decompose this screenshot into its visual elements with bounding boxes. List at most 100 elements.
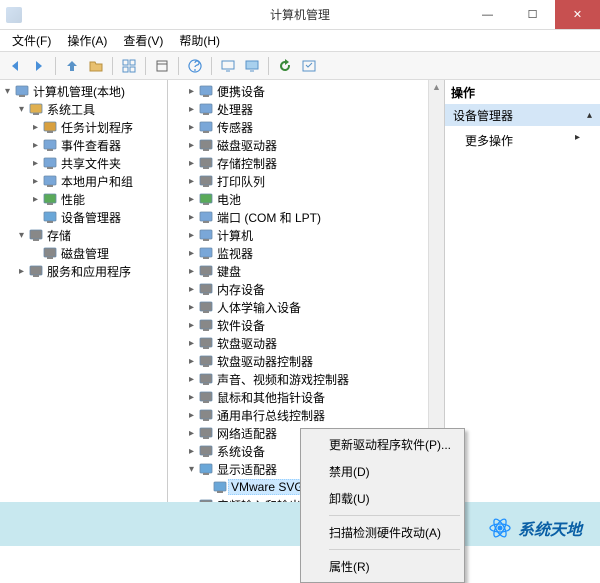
- portable-icon: [198, 83, 214, 99]
- device-category[interactable]: ▸监视器: [186, 244, 444, 262]
- window-controls: — ☐ ✕: [465, 0, 600, 29]
- forward-button[interactable]: [28, 55, 50, 77]
- tree-item[interactable]: ▸性能: [30, 190, 167, 208]
- tree-item-label: 事件查看器: [61, 137, 121, 154]
- tree-root[interactable]: ▾计算机管理(本地): [2, 82, 167, 100]
- tree-item-label: 任务计划程序: [61, 119, 133, 136]
- device-category-label: 鼠标和其他指针设备: [217, 389, 325, 406]
- device-category-label: 监视器: [217, 245, 253, 262]
- grid-button[interactable]: [118, 55, 140, 77]
- tree-item[interactable]: ·磁盘管理: [30, 244, 167, 262]
- actions-more-label: 更多操作: [465, 134, 513, 148]
- tree-group[interactable]: ▸服务和应用程序: [16, 262, 167, 280]
- actions-pane-header: 操作: [445, 80, 600, 104]
- close-button[interactable]: ✕: [555, 0, 600, 29]
- device-category[interactable]: ▸磁盘驱动器: [186, 136, 444, 154]
- storagectl-icon: [198, 155, 214, 171]
- back-button[interactable]: [4, 55, 26, 77]
- usb-icon: [198, 407, 214, 423]
- view-monitor-button[interactable]: [217, 55, 239, 77]
- keyboard-icon: [198, 263, 214, 279]
- properties-button[interactable]: [151, 55, 173, 77]
- device-category[interactable]: ▸通用串行总线控制器: [186, 406, 444, 424]
- app-icon: [6, 7, 22, 23]
- tree-item-label: 磁盘管理: [61, 245, 109, 262]
- services-icon: [28, 263, 44, 279]
- menu-action[interactable]: 操作(A): [59, 30, 115, 51]
- context-menu: 更新驱动程序软件(P)...禁用(D)卸载(U) 扫描检测硬件改动(A) 属性(R): [300, 428, 465, 583]
- device-category[interactable]: ▸内存设备: [186, 280, 444, 298]
- watermark-text: 系统天地: [518, 516, 582, 540]
- tree-item[interactable]: ▸共享文件夹: [30, 154, 167, 172]
- toolbar-separator: [178, 57, 179, 75]
- view-devices-button[interactable]: [241, 55, 263, 77]
- device-category[interactable]: ▸软盘驱动器: [186, 334, 444, 352]
- device-category-label: 磁盘驱动器: [217, 137, 277, 154]
- printq-icon: [198, 173, 214, 189]
- perf-icon: [42, 191, 58, 207]
- actions-pane-context[interactable]: 设备管理器: [445, 104, 600, 126]
- tree-item[interactable]: ·设备管理器: [30, 208, 167, 226]
- toolbar-separator: [112, 57, 113, 75]
- display-icon: [212, 479, 228, 495]
- menu-view[interactable]: 查看(V): [115, 30, 171, 51]
- device-category-label: 系统设备: [217, 443, 265, 460]
- tree-item-label: 共享文件夹: [61, 155, 121, 172]
- device-category[interactable]: ▸存储控制器: [186, 154, 444, 172]
- menubar: 文件(F) 操作(A) 查看(V) 帮助(H): [0, 30, 600, 52]
- help-button[interactable]: [184, 55, 206, 77]
- show-hide-tree-button[interactable]: [85, 55, 107, 77]
- tree-item[interactable]: ▸本地用户和组: [30, 172, 167, 190]
- device-category-label: 处理器: [217, 101, 253, 118]
- computer-icon: [14, 83, 30, 99]
- context-menu-item[interactable]: 扫描检测硬件改动(A): [303, 519, 462, 546]
- display-icon: [198, 461, 214, 477]
- minimize-button[interactable]: —: [465, 0, 510, 29]
- device-category[interactable]: ▸软盘驱动器控制器: [186, 352, 444, 370]
- context-menu-item[interactable]: 禁用(D): [303, 458, 462, 485]
- tree-root-label: 计算机管理(本地): [33, 83, 125, 100]
- menu-help[interactable]: 帮助(H): [171, 30, 228, 51]
- device-category[interactable]: ▸便携设备: [186, 82, 444, 100]
- device-category[interactable]: ▸软件设备: [186, 316, 444, 334]
- device-category[interactable]: ▸打印队列: [186, 172, 444, 190]
- context-menu-item[interactable]: 属性(R): [303, 553, 462, 580]
- port-icon: [198, 209, 214, 225]
- device-category-label: 显示适配器: [217, 461, 277, 478]
- context-menu-item[interactable]: 更新驱动程序软件(P)...: [303, 431, 462, 458]
- tree-group-label: 系统工具: [47, 101, 95, 118]
- device-category[interactable]: ▸键盘: [186, 262, 444, 280]
- device-category[interactable]: ▸人体学输入设备: [186, 298, 444, 316]
- tree-item[interactable]: ▸事件查看器: [30, 136, 167, 154]
- tree-item-label: 本地用户和组: [61, 173, 133, 190]
- tree-group[interactable]: ▾存储: [16, 226, 167, 244]
- event-icon: [42, 137, 58, 153]
- device-category[interactable]: ▸鼠标和其他指针设备: [186, 388, 444, 406]
- titlebar: 计算机管理 — ☐ ✕: [0, 0, 600, 30]
- menu-file[interactable]: 文件(F): [4, 30, 59, 51]
- device-category-label: 通用串行总线控制器: [217, 407, 325, 424]
- refresh-button[interactable]: [274, 55, 296, 77]
- actions-more[interactable]: 更多操作: [445, 126, 600, 155]
- mouse-icon: [198, 389, 214, 405]
- device-category[interactable]: ▸电池: [186, 190, 444, 208]
- users-icon: [42, 173, 58, 189]
- watermark: 系统天地: [488, 516, 582, 540]
- tree-item[interactable]: ▸任务计划程序: [30, 118, 167, 136]
- up-button[interactable]: [61, 55, 83, 77]
- battery-icon: [198, 191, 214, 207]
- device-category-label: 键盘: [217, 263, 241, 280]
- scan-hardware-button[interactable]: [298, 55, 320, 77]
- tree-group[interactable]: ▾系统工具: [16, 100, 167, 118]
- device-category[interactable]: ▸传感器: [186, 118, 444, 136]
- device-category[interactable]: ▸处理器: [186, 100, 444, 118]
- left-tree-pane: ▾计算机管理(本地)▾系统工具▸任务计划程序▸事件查看器▸共享文件夹▸本地用户和…: [0, 80, 168, 545]
- device-category[interactable]: ▸声音、视频和游戏控制器: [186, 370, 444, 388]
- device-category[interactable]: ▸计算机: [186, 226, 444, 244]
- toolbar-separator: [211, 57, 212, 75]
- device-category[interactable]: ▸端口 (COM 和 LPT): [186, 208, 444, 226]
- disk-icon: [42, 245, 58, 261]
- hid-icon: [198, 299, 214, 315]
- context-menu-item[interactable]: 卸载(U): [303, 485, 462, 512]
- maximize-button[interactable]: ☐: [510, 0, 555, 29]
